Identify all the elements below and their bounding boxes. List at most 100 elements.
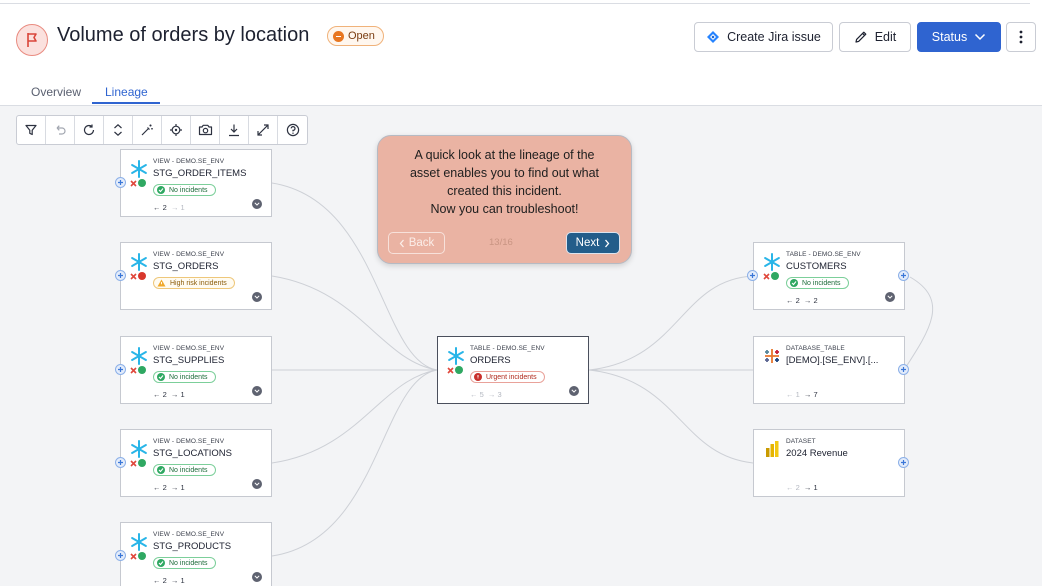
snowflake-icon bbox=[131, 160, 147, 178]
incident-badge: High risk incidents bbox=[153, 277, 235, 289]
lineage-counts: ← 2 → 1 bbox=[153, 390, 185, 399]
status-ok-icon bbox=[455, 366, 463, 374]
expand-node-icon[interactable] bbox=[252, 292, 262, 302]
upstream-count: 2 bbox=[162, 483, 167, 492]
remove-icon[interactable] bbox=[130, 367, 137, 374]
alert-circle-icon bbox=[474, 373, 482, 381]
download-icon[interactable] bbox=[220, 116, 249, 144]
center-view-icon[interactable] bbox=[162, 116, 191, 144]
status-ok-icon bbox=[138, 459, 146, 467]
snowflake-icon bbox=[448, 347, 464, 365]
screenshot-icon[interactable] bbox=[191, 116, 220, 144]
help-icon[interactable] bbox=[278, 116, 307, 144]
check-circle-icon bbox=[157, 559, 165, 567]
status-ok-icon bbox=[138, 552, 146, 560]
expand-node-icon[interactable] bbox=[569, 386, 579, 396]
incident-badge-label: Urgent incidents bbox=[486, 373, 537, 381]
snowflake-icon bbox=[764, 253, 780, 271]
expand-upstream-icon[interactable] bbox=[747, 270, 758, 281]
node-name: 2024 Revenue bbox=[786, 448, 848, 459]
lineage-toolbar bbox=[16, 115, 308, 145]
lineage-node-stg-orders[interactable]: VIEW - DEMO.SE_ENV STG_ORDERS High risk … bbox=[120, 242, 272, 310]
remove-icon[interactable] bbox=[763, 273, 770, 280]
guided-tour-popover: A quick look at the lineage of the asset… bbox=[377, 135, 632, 264]
lineage-node-stg-locations[interactable]: VIEW - DEMO.SE_ENV STG_LOCATIONS No inci… bbox=[120, 429, 272, 497]
lineage-node-stg-products[interactable]: VIEW - DEMO.SE_ENV STG_PRODUCTS No incid… bbox=[120, 522, 272, 586]
lineage-node-customers[interactable]: TABLE - DEMO.SE_ENV CUSTOMERS No inciden… bbox=[753, 242, 905, 310]
tour-next-label: Next bbox=[575, 237, 600, 249]
node-type: VIEW - DEMO.SE_ENV bbox=[153, 158, 225, 165]
node-name: [DEMO].[SE_ENV].[... bbox=[786, 355, 879, 366]
node-name: STG_ORDER_ITEMS bbox=[153, 168, 247, 179]
lineage-node-orders-selected[interactable]: TABLE - DEMO.SE_ENV ORDERS Urgent incide… bbox=[437, 336, 589, 404]
remove-icon[interactable] bbox=[130, 460, 137, 467]
lineage-node-database-table[interactable]: DATABASE_TABLE [DEMO].[SE_ENV].[... ← 1 … bbox=[753, 336, 905, 404]
node-type: VIEW - DEMO.SE_ENV bbox=[153, 251, 225, 258]
lineage-counts: ← 1 → 7 bbox=[786, 390, 818, 399]
expand-downstream-icon[interactable] bbox=[898, 364, 909, 375]
lineage-counts: ← 2 → 1 bbox=[786, 483, 818, 492]
tour-next-button[interactable]: Next bbox=[566, 232, 620, 254]
expand-upstream-icon[interactable] bbox=[115, 364, 126, 375]
node-type: DATABASE_TABLE bbox=[786, 345, 845, 352]
fullscreen-icon[interactable] bbox=[249, 116, 278, 144]
expand-node-icon[interactable] bbox=[252, 199, 262, 209]
expand-upstream-icon[interactable] bbox=[115, 270, 126, 281]
node-name: STG_SUPPLIES bbox=[153, 355, 225, 366]
status-alert-icon bbox=[138, 272, 146, 280]
expand-downstream-icon[interactable] bbox=[898, 457, 909, 468]
incident-badge: No incidents bbox=[153, 557, 216, 569]
filter-icon[interactable] bbox=[17, 116, 46, 144]
edge-products-to-orders bbox=[271, 369, 438, 557]
check-circle-icon bbox=[157, 373, 165, 381]
lineage-counts: ← 5 → 3 bbox=[470, 390, 502, 399]
expand-node-icon[interactable] bbox=[252, 479, 262, 489]
node-name: STG_PRODUCTS bbox=[153, 541, 232, 552]
incident-badge: No incidents bbox=[786, 277, 849, 289]
expand-node-icon[interactable] bbox=[885, 292, 895, 302]
expand-node-icon[interactable] bbox=[252, 386, 262, 396]
upstream-count: 2 bbox=[795, 483, 800, 492]
incident-badge: Urgent incidents bbox=[470, 371, 545, 383]
expand-upstream-icon[interactable] bbox=[115, 177, 126, 188]
incident-badge: No incidents bbox=[153, 464, 216, 476]
incident-badge-label: No incidents bbox=[169, 466, 208, 474]
remove-icon[interactable] bbox=[130, 273, 137, 280]
upstream-count: 2 bbox=[162, 576, 167, 585]
remove-icon[interactable] bbox=[130, 180, 137, 187]
auto-layout-icon[interactable] bbox=[133, 116, 162, 144]
expand-downstream-icon[interactable] bbox=[898, 270, 909, 281]
snowflake-icon bbox=[131, 253, 147, 271]
status-ok-icon bbox=[138, 366, 146, 374]
lineage-counts: ← 2 → 2 bbox=[786, 296, 818, 305]
snowflake-icon bbox=[131, 347, 147, 365]
incident-badge-label: No incidents bbox=[169, 559, 208, 567]
lineage-node-stg-order-items[interactable]: VIEW - DEMO.SE_ENV STG_ORDER_ITEMS No in… bbox=[120, 149, 272, 217]
node-name: ORDERS bbox=[470, 355, 511, 366]
edge-orders-to-customers bbox=[588, 275, 754, 371]
expand-upstream-icon[interactable] bbox=[115, 550, 126, 561]
upstream-count: 2 bbox=[795, 296, 800, 305]
expand-upstream-icon[interactable] bbox=[115, 457, 126, 468]
node-type: DATASET bbox=[786, 438, 816, 445]
remove-icon[interactable] bbox=[447, 367, 454, 374]
node-name: STG_ORDERS bbox=[153, 261, 219, 272]
lineage-node-dataset[interactable]: DATASET 2024 Revenue ← 2 → 1 bbox=[753, 429, 905, 497]
node-type: VIEW - DEMO.SE_ENV bbox=[153, 531, 225, 538]
chevron-left-icon bbox=[399, 239, 404, 247]
lineage-node-stg-supplies[interactable]: VIEW - DEMO.SE_ENV STG_SUPPLIES No incid… bbox=[120, 336, 272, 404]
downstream-count: 1 bbox=[180, 203, 185, 212]
expand-node-icon[interactable] bbox=[252, 572, 262, 582]
node-name: STG_LOCATIONS bbox=[153, 448, 233, 459]
node-name: CUSTOMERS bbox=[786, 261, 847, 272]
downstream-count: 3 bbox=[497, 390, 502, 399]
undo-icon[interactable] bbox=[46, 116, 75, 144]
expand-collapse-icon[interactable] bbox=[104, 116, 133, 144]
upstream-count: 1 bbox=[795, 390, 800, 399]
downstream-count: 1 bbox=[180, 390, 185, 399]
status-ok-icon bbox=[138, 179, 146, 187]
tour-back-button[interactable]: Back bbox=[388, 232, 445, 254]
remove-icon[interactable] bbox=[130, 553, 137, 560]
downstream-count: 1 bbox=[180, 483, 185, 492]
reset-icon[interactable] bbox=[75, 116, 104, 144]
